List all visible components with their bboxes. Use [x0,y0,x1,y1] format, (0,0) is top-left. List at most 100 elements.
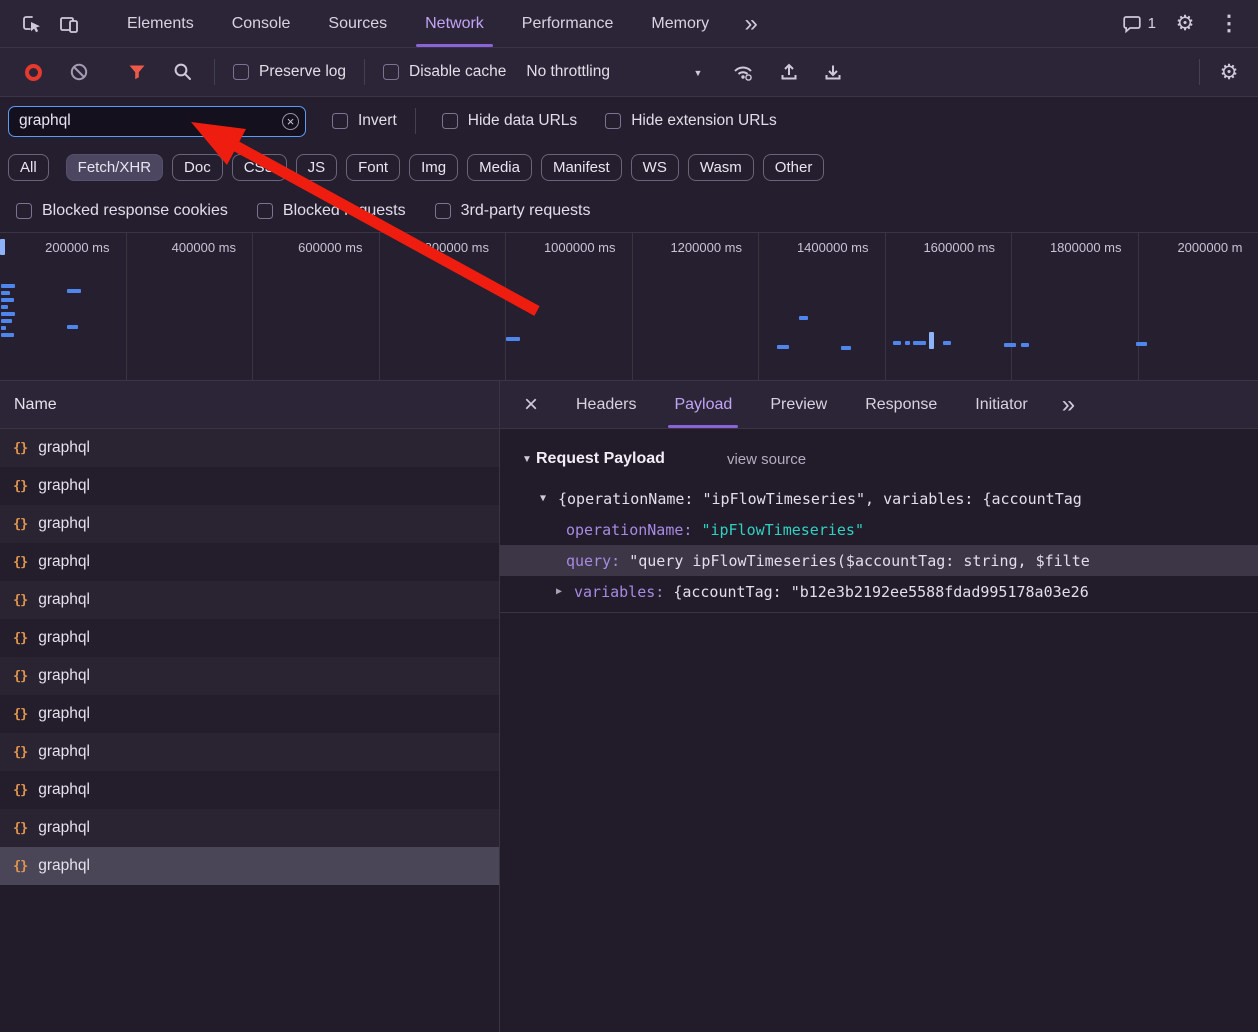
disclosure-triangle-icon[interactable] [536,493,550,504]
search-icon[interactable] [168,57,198,87]
hide-extension-urls-checkbox[interactable]: Hide extension URLs [605,112,777,130]
inspect-cursor-icon[interactable] [16,9,46,39]
request-row[interactable]: graphql [0,505,499,543]
request-row[interactable]: graphql [0,733,499,771]
chip-img[interactable]: Img [409,154,458,181]
timeline-request-mark [506,337,520,341]
payload-row-variables[interactable]: variables: {accountTag: "b12e3b2192ee558… [500,576,1258,607]
request-row[interactable]: graphql [0,467,499,505]
preserve-log-label: Preserve log [259,63,346,81]
disable-cache-checkbox[interactable]: Disable cache [383,63,506,81]
request-row[interactable]: graphql [0,429,499,467]
json-braces-icon [13,819,27,837]
console-messages-button[interactable]: 1 [1122,14,1156,34]
view-source-link[interactable]: view source [727,451,806,468]
device-toolbar-icon[interactable] [54,9,84,39]
request-row[interactable]: graphql [0,771,499,809]
chip-other[interactable]: Other [763,154,825,181]
request-list: graphql graphql graphql graphql graphql … [0,429,499,1032]
invert-checkbox[interactable]: Invert [332,112,397,130]
invert-label: Invert [358,112,397,130]
export-har-icon[interactable] [818,57,848,87]
json-braces-icon [13,781,27,799]
settings-gear-icon[interactable] [1170,9,1200,39]
clear-filter-icon[interactable] [282,113,299,130]
disclosure-triangle-icon[interactable] [552,586,566,597]
chip-js[interactable]: JS [296,154,338,181]
timeline-request-mark [1,291,10,295]
tab-response[interactable]: Response [857,381,945,428]
kebab-menu-icon[interactable] [1214,9,1244,39]
timeline-request-mark [1021,343,1029,347]
name-column-header[interactable]: Name [0,381,499,429]
request-row[interactable]: graphql [0,695,499,733]
tab-elements[interactable]: Elements [108,0,213,47]
requests-panel: Name graphql graphql graphql graphql gra… [0,381,500,1032]
checkbox-icon [435,203,451,219]
filter-icon[interactable] [122,57,152,87]
hide-data-urls-checkbox[interactable]: Hide data URLs [442,112,577,130]
clear-network-log-icon[interactable] [64,57,94,87]
chip-css[interactable]: CSS [232,154,287,181]
timeline-request-mark [943,341,951,345]
checkbox-icon [605,113,621,129]
tab-sources[interactable]: Sources [309,0,406,47]
chip-all[interactable]: All [8,154,49,181]
tab-memory[interactable]: Memory [632,0,728,47]
request-name: graphql [38,629,90,647]
request-row[interactable]: graphql [0,581,499,619]
tab-console[interactable]: Console [213,0,310,47]
preserve-log-checkbox[interactable]: Preserve log [233,63,346,81]
record-network-log-icon[interactable] [18,57,48,87]
payload-value: {accountTag: "b12e3b2192ee5588fdad995178… [673,583,1088,601]
payload-row-query[interactable]: query: "query ipFlowTimeseries($accountT… [500,545,1258,576]
timeline-request-mark [1,326,6,330]
chip-doc[interactable]: Doc [172,154,223,181]
tab-payload[interactable]: Payload [666,381,740,428]
more-panels-icon[interactable] [736,9,766,39]
import-har-icon[interactable] [774,57,804,87]
timeline-request-mark [905,341,910,345]
payload-summary-row[interactable]: {operationName: "ipFlowTimeseries", vari… [500,483,1258,514]
json-braces-icon [13,477,27,495]
request-row[interactable]: graphql [0,543,499,581]
network-filter-input[interactable] [8,106,306,137]
close-details-icon[interactable] [516,390,546,420]
tab-initiator[interactable]: Initiator [967,381,1035,428]
request-type-filters: All Fetch/XHR Doc CSS JS Font Img Media … [0,145,1258,189]
disclosure-triangle-icon[interactable] [520,454,534,465]
chip-wasm[interactable]: Wasm [688,154,754,181]
tab-performance[interactable]: Performance [503,0,633,47]
request-row[interactable]: graphql [0,657,499,695]
tab-preview[interactable]: Preview [762,381,835,428]
message-count: 1 [1148,15,1156,32]
blocked-requests-checkbox[interactable]: Blocked requests [257,202,406,220]
request-row[interactable]: graphql [0,619,499,657]
network-conditions-icon[interactable] [728,57,758,87]
request-row-selected[interactable]: graphql [0,847,499,885]
chip-fetch-xhr[interactable]: Fetch/XHR [66,154,163,181]
network-settings-gear-icon[interactable] [1214,57,1244,87]
chip-manifest[interactable]: Manifest [541,154,622,181]
timeline-overview[interactable]: 200000 ms 400000 ms 600000 ms 800000 ms … [0,232,1258,381]
timeline-request-mark [1,298,14,302]
chip-media[interactable]: Media [467,154,532,181]
timeline-request-mark [67,289,81,293]
tab-network[interactable]: Network [406,0,503,47]
blocked-requests-label: Blocked requests [283,202,406,220]
chip-ws[interactable]: WS [631,154,679,181]
hide-extension-urls-label: Hide extension URLs [631,112,777,130]
chip-font[interactable]: Font [346,154,400,181]
payload-row-operation-name[interactable]: operationName: "ipFlowTimeseries" [500,514,1258,545]
speech-bubble-icon [1122,14,1142,34]
tab-headers[interactable]: Headers [568,381,644,428]
third-party-requests-checkbox[interactable]: 3rd-party requests [435,202,591,220]
timeline-request-mark [893,341,901,345]
toolbar-divider [1199,59,1200,85]
payload-tree: {operationName: "ipFlowTimeseries", vari… [500,483,1258,613]
throttling-select[interactable]: No throttling [526,63,702,81]
more-detail-tabs-icon[interactable] [1062,393,1075,417]
request-row[interactable]: graphql [0,809,499,847]
blocked-response-cookies-checkbox[interactable]: Blocked response cookies [16,202,228,220]
json-braces-icon [13,743,27,761]
